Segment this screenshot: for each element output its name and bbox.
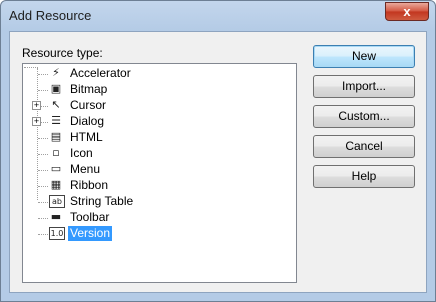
- tree-item-ribbon[interactable]: ▦ Ribbon: [23, 178, 293, 194]
- custom-button[interactable]: Custom...: [313, 105, 415, 128]
- tree-item-label: Toolbar: [70, 210, 110, 224]
- tree-item-accelerator[interactable]: ⚡ Accelerator: [23, 66, 293, 82]
- ribbon-icon: ▦: [50, 178, 62, 191]
- resource-type-label: Resource type:: [22, 46, 103, 60]
- version-icon: 1.0: [49, 227, 65, 240]
- icon-resource-icon: ▫: [52, 146, 60, 159]
- new-button[interactable]: New: [313, 45, 415, 68]
- close-icon: x: [403, 4, 411, 19]
- tree-item-dialog[interactable]: + ☰ Dialog: [23, 114, 293, 130]
- tree-item-label: String Table: [70, 194, 134, 208]
- toolbar-icon: ▬: [50, 210, 62, 223]
- import-button[interactable]: Import...: [313, 75, 415, 98]
- expand-icon[interactable]: +: [32, 117, 41, 126]
- tree-item-toolbar[interactable]: ▬ Toolbar: [23, 210, 293, 226]
- tree-connector: [38, 234, 48, 235]
- dialog-icon: ☰: [51, 114, 61, 127]
- tree-item-label: Icon: [70, 146, 93, 160]
- tree-item-label: HTML: [70, 130, 103, 144]
- tree-item-label: Bitmap: [70, 82, 108, 96]
- tree-connector: [38, 74, 48, 75]
- dialog-client-area: Resource type: ⚡ Accelerator ▣ Bitmap + ↖ Curs…: [9, 31, 427, 293]
- tree-item-html[interactable]: ▤ HTML: [23, 130, 293, 146]
- tree-item-bitmap[interactable]: ▣ Bitmap: [23, 82, 293, 98]
- tree-connector: [38, 170, 48, 171]
- tree-item-menu[interactable]: ▭ Menu: [23, 162, 293, 178]
- tree-connector: [38, 138, 48, 139]
- title-bar: Add Resource x: [1, 1, 435, 31]
- tree-item-label: Ribbon: [70, 178, 109, 192]
- help-button[interactable]: Help: [313, 165, 415, 188]
- html-icon: ▤: [50, 130, 62, 143]
- tree-item-icon[interactable]: ▫ Icon: [23, 146, 293, 162]
- tree-connector: [38, 154, 48, 155]
- close-button[interactable]: x: [385, 2, 429, 21]
- tree-connector: [38, 90, 48, 91]
- tree-item-label: Cursor: [70, 98, 107, 112]
- tree-item-label: Dialog: [70, 114, 105, 128]
- tree-item-label: Version: [68, 226, 113, 241]
- tree-connector: [38, 202, 48, 203]
- accelerator-icon: ⚡: [52, 66, 60, 79]
- bitmap-icon: ▣: [50, 82, 62, 95]
- tree-item-string-table[interactable]: ab String Table: [23, 194, 293, 210]
- tree-connector: [38, 218, 48, 219]
- add-resource-dialog: Add Resource x Resource type: ⚡ Accelerat…: [0, 0, 436, 302]
- resource-type-tree[interactable]: ⚡ Accelerator ▣ Bitmap + ↖ Cursor + ☰ Dialog ▤ HTML…: [22, 63, 297, 283]
- tree-item-label: Accelerator: [70, 66, 131, 80]
- tree-item-label: Menu: [70, 162, 101, 176]
- expand-icon[interactable]: +: [32, 101, 41, 110]
- tree-item-version[interactable]: 1.0 Version: [23, 226, 293, 242]
- cursor-icon: ↖: [51, 98, 61, 111]
- cancel-button[interactable]: Cancel: [313, 135, 415, 158]
- window-title: Add Resource: [9, 8, 92, 23]
- tree-connector: [38, 186, 48, 187]
- menu-icon: ▭: [50, 162, 62, 175]
- tree-item-cursor[interactable]: + ↖ Cursor: [23, 98, 293, 114]
- string-table-icon: ab: [49, 195, 65, 208]
